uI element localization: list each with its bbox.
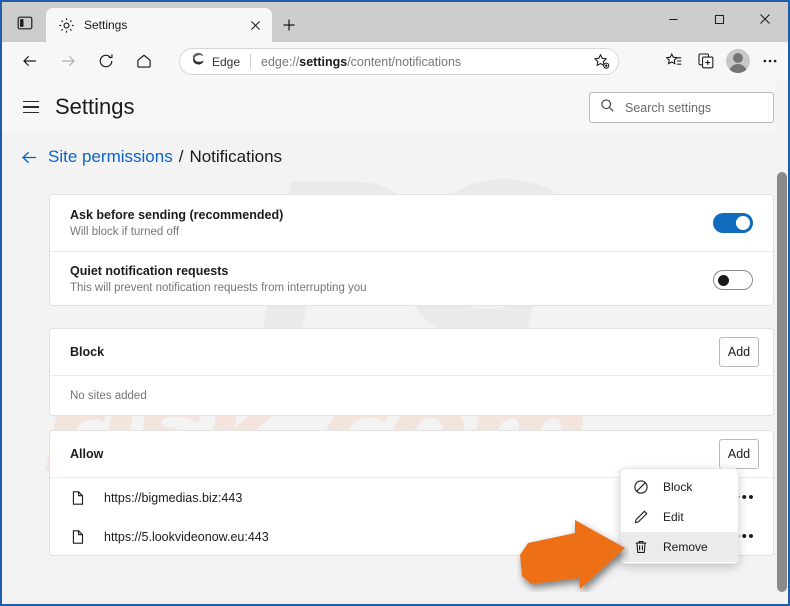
minimize-button[interactable] — [650, 2, 696, 36]
page-icon — [70, 490, 86, 506]
tab-title: Settings — [84, 18, 128, 32]
block-section-title: Block — [70, 345, 105, 359]
search-icon — [600, 98, 615, 118]
gear-icon — [58, 17, 75, 34]
more-options-icon[interactable] — [754, 46, 786, 76]
setting-row-ask-before-sending: Ask before sending (recommended) Will bl… — [50, 195, 773, 251]
block-section-card: Block Add No sites added — [49, 328, 774, 416]
avatar-icon — [726, 49, 750, 73]
url-bold-segment: settings — [299, 54, 348, 69]
search-input[interactable] — [625, 100, 765, 115]
edge-logo-icon — [190, 51, 206, 72]
page-title: Settings — [55, 94, 135, 119]
star-add-icon[interactable] — [588, 50, 614, 73]
setting-title: Ask before sending (recommended) — [70, 207, 284, 222]
context-menu-item-remove[interactable]: Remove — [621, 532, 738, 562]
setting-row-quiet-notification-requests: Quiet notification requests This will pr… — [50, 251, 773, 307]
browser-window: Settings Edge edge://settings/content/no… — [0, 0, 790, 606]
refresh-icon[interactable] — [90, 45, 122, 77]
notification-toggles-card: Ask before sending (recommended) Will bl… — [49, 194, 774, 306]
browser-tab[interactable]: Settings — [46, 8, 272, 42]
omnibox-divider — [250, 54, 252, 69]
context-menu-label: Block — [663, 480, 693, 494]
hamburger-icon[interactable] — [16, 92, 46, 122]
context-menu-item-block[interactable]: Block — [621, 472, 738, 502]
address-bar-url: edge://settings/content/notifications — [261, 55, 588, 69]
forward-icon — [52, 45, 84, 77]
url-suffix: /content/notifications — [347, 54, 462, 69]
browser-essentials-icon[interactable] — [690, 46, 722, 76]
trash-icon — [633, 539, 649, 555]
setting-text: Ask before sending (recommended) Will bl… — [70, 207, 713, 240]
vertical-tabs-icon[interactable] — [12, 12, 38, 34]
close-icon[interactable] — [244, 14, 266, 36]
toggle-quiet-notification-requests[interactable] — [713, 269, 753, 290]
toggle-knob — [718, 274, 729, 286]
setting-title: Quiet notification requests — [70, 264, 229, 278]
context-menu-item-edit[interactable]: Edit — [621, 502, 738, 532]
close-button[interactable] — [742, 2, 788, 36]
breadcrumb: Site permissions / Notifications — [2, 134, 762, 180]
block-section-header: Block Add — [50, 329, 773, 376]
block-empty-text: No sites added — [70, 390, 147, 402]
block-icon — [633, 479, 649, 495]
maximize-button[interactable] — [696, 2, 742, 36]
setting-subtitle: This will prevent notification requests … — [70, 282, 367, 294]
setting-text: Quiet notification requests This will pr… — [70, 263, 713, 296]
setting-subtitle: Will block if turned off — [70, 225, 180, 238]
navigation-toolbar: Edge edge://settings/content/notificatio… — [2, 42, 788, 80]
breadcrumb-current: Notifications — [189, 147, 283, 166]
breadcrumb-back-icon[interactable] — [16, 144, 42, 170]
search-settings-box[interactable] — [589, 92, 774, 123]
pencil-icon — [633, 509, 649, 525]
tab-strip: Settings — [2, 2, 788, 42]
allow-add-button[interactable]: Add — [719, 439, 759, 469]
page-scrollbar-thumb[interactable] — [777, 172, 787, 592]
edge-brand-label: Edge — [212, 54, 241, 69]
allow-section-title: Allow — [70, 447, 104, 461]
settings-header: Settings — [2, 80, 788, 134]
new-tab-button[interactable] — [276, 13, 302, 37]
toolbar-right-icons — [658, 46, 786, 76]
edge-brand-chip: Edge — [190, 51, 240, 72]
page-scrollbar-track[interactable] — [775, 80, 788, 604]
window-controls — [650, 2, 788, 36]
address-bar[interactable]: Edge edge://settings/content/notificatio… — [179, 48, 619, 75]
site-context-menu: Block Edit Remove — [620, 468, 739, 564]
breadcrumb-parent-link[interactable]: Site permissions — [48, 147, 173, 167]
url-prefix: edge:// — [261, 54, 300, 69]
context-menu-label: Remove — [663, 540, 708, 554]
block-add-button[interactable]: Add — [719, 337, 759, 367]
context-menu-label: Edit — [663, 510, 684, 524]
toggle-ask-before-sending[interactable] — [713, 213, 753, 233]
breadcrumb-separator: / — [178, 147, 184, 166]
page-icon — [70, 529, 86, 545]
profile-avatar[interactable] — [722, 46, 754, 76]
toggle-knob — [736, 216, 750, 230]
home-icon[interactable] — [128, 45, 160, 77]
back-icon[interactable] — [14, 45, 46, 77]
collections-icon[interactable] — [658, 46, 690, 76]
